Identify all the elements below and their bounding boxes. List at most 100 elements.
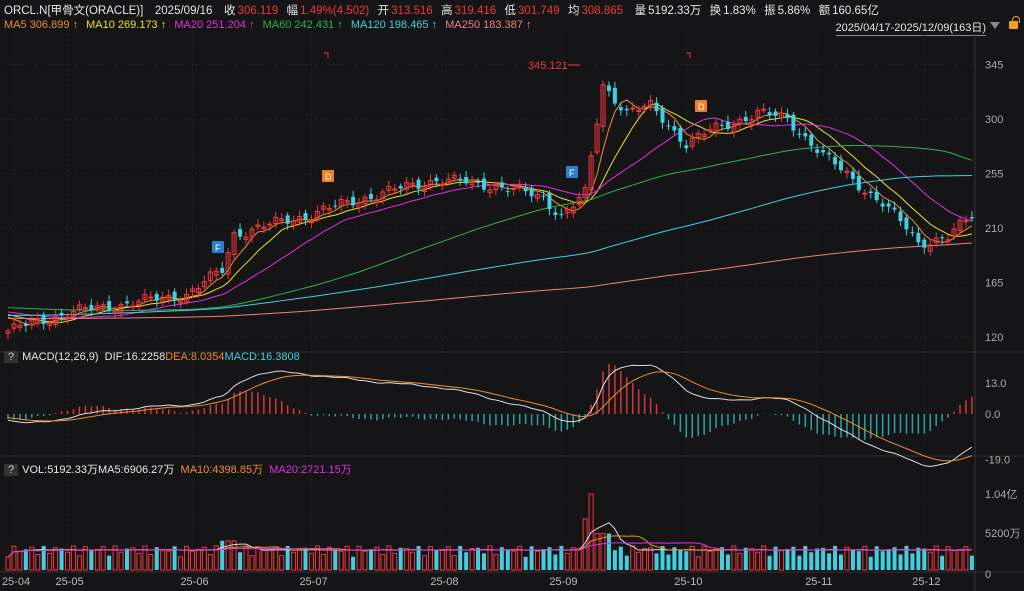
volume-bar (642, 547, 648, 571)
candle-body (904, 217, 909, 230)
volume-bar (464, 552, 469, 570)
volume-bar (94, 549, 100, 571)
volume-bar (451, 555, 457, 571)
candle-body (618, 107, 623, 111)
candle-body (630, 107, 636, 110)
volume-bar (809, 552, 814, 570)
volume-bar (779, 549, 784, 571)
volume-bar (17, 550, 23, 571)
volume-bar (880, 551, 885, 570)
candle-body (523, 188, 528, 192)
volume-bar (600, 533, 606, 571)
candle-body (868, 191, 873, 193)
volume-bar (648, 547, 654, 571)
volume-bar (940, 555, 945, 570)
volume-bar (797, 555, 802, 570)
vol-ma20: MA20:2721.15万 (269, 464, 352, 476)
volume-bar (297, 548, 303, 571)
candle-body (458, 178, 463, 181)
date-tick: 25-08 (430, 576, 458, 588)
date-tick: 25-07 (299, 576, 327, 588)
candle-body (553, 212, 558, 216)
volume-bar (207, 553, 213, 571)
volume-bar (326, 546, 332, 571)
ma60-line (7, 144, 973, 311)
volume-bar (493, 554, 499, 571)
volume-bar (957, 549, 963, 571)
volume-bar (220, 540, 225, 570)
macd-help-button[interactable]: ? (4, 351, 19, 363)
volume-bar (612, 550, 617, 570)
candle-body (351, 196, 356, 206)
ma10-line (7, 103, 973, 323)
candle-body (892, 207, 897, 210)
price-tick: 165 (985, 278, 1003, 290)
candle-body (267, 223, 273, 226)
candle-body (107, 301, 112, 311)
volume-bar (130, 547, 136, 571)
candle-body (666, 125, 671, 127)
volume-bar (148, 554, 154, 571)
candle-body (529, 187, 534, 197)
volume-bar (380, 553, 386, 571)
candle-body (125, 301, 129, 304)
candle-body (172, 291, 177, 301)
price-tick: 255 (985, 169, 1003, 181)
volume-bar (255, 546, 261, 571)
macd-dea: DEA:8.0354 (165, 351, 225, 363)
volume-bar (482, 553, 486, 570)
vol-help-button[interactable]: ? (4, 464, 19, 476)
event-badge-label: D (325, 172, 332, 182)
volume-bar (785, 550, 790, 570)
volume-bar (630, 545, 636, 571)
stock-chart[interactable]: 345 300 255 210 165 120 345.121 F F D D 13.0 0.0 -19.… (0, 0, 1024, 591)
volume-bar (53, 547, 59, 571)
candle-body (303, 213, 308, 220)
volume-bar (333, 549, 338, 570)
volume-bar (261, 549, 267, 571)
candle-body (416, 179, 421, 189)
candle-body (285, 215, 290, 224)
date-tick: 25-12 (912, 576, 940, 588)
volume-bar (636, 551, 642, 571)
volume-bar (166, 550, 172, 571)
volume-bar (868, 556, 873, 570)
volume-bar (713, 548, 719, 571)
volume-bar (47, 552, 53, 571)
volume-bar (564, 552, 570, 571)
volume-bar (499, 547, 504, 570)
volume-bar (291, 551, 297, 571)
date-tick: 25-05 (56, 576, 84, 588)
volume-bar (469, 547, 475, 571)
volume-bar (910, 553, 915, 570)
vol-tick: 0 (985, 569, 991, 581)
volume-bar (118, 551, 124, 571)
macd-tick: -19.0 (985, 455, 1010, 467)
candle-body (482, 178, 486, 190)
volume-bar (541, 549, 546, 570)
volume-bar (267, 549, 273, 571)
candle-body (725, 121, 730, 129)
price-tick: 345 (985, 60, 1003, 72)
event-badge-label: D (698, 102, 705, 112)
volume-bar (136, 552, 142, 571)
volume-bar (476, 547, 481, 570)
candle-body (809, 134, 814, 146)
volume-bar (749, 548, 755, 571)
date-tick: 25-10 (674, 576, 702, 588)
price-tick: 210 (985, 223, 1003, 235)
candle-body (916, 232, 921, 243)
candle-body (856, 175, 861, 191)
candle-body (606, 85, 611, 91)
date-tick: 25-06 (180, 576, 208, 588)
candle-body (559, 214, 564, 216)
candle-body (476, 181, 481, 183)
macd-tick: 13.0 (985, 378, 1006, 390)
candle-body (743, 116, 748, 122)
candle-body (23, 323, 28, 326)
volume-bar (624, 555, 629, 570)
date-tick: 25-04 (2, 576, 30, 588)
volume-bar (850, 549, 855, 570)
volume-bar (695, 556, 701, 571)
candle-body (785, 114, 790, 118)
